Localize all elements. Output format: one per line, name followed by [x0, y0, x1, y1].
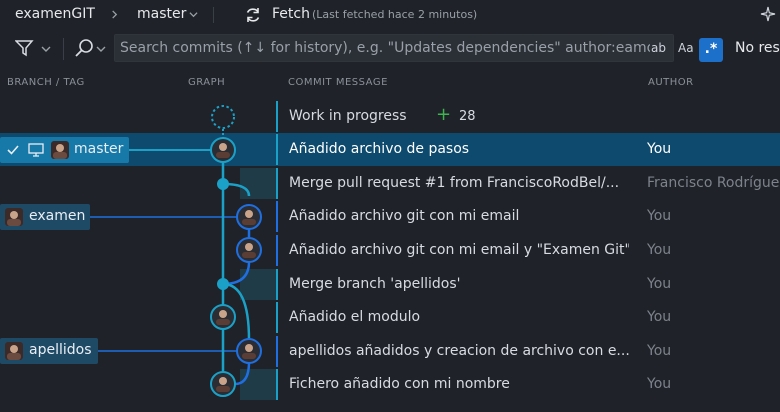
- commit-node: [210, 304, 236, 330]
- branch-tag-label: examen: [29, 208, 86, 224]
- avatar: [5, 342, 23, 360]
- merge-node: [217, 178, 229, 190]
- commit-node: [236, 338, 262, 364]
- commit-graph: [90, 105, 262, 397]
- branch-lane-join: [234, 361, 251, 386]
- branch-tag-examen[interactable]: examen: [0, 204, 90, 230]
- commit-node: [236, 237, 262, 263]
- commit-node: [210, 137, 236, 163]
- merge-node: [217, 278, 229, 290]
- branch-tag-label: apellidos: [29, 342, 92, 358]
- commit-node: [236, 204, 262, 230]
- wip-node: [211, 105, 235, 129]
- avatar: [51, 141, 69, 159]
- commit-node: [210, 371, 236, 397]
- branch-tag-apellidos[interactable]: apellidos: [0, 338, 98, 364]
- branch-tag-label: master: [74, 141, 124, 157]
- avatar: [5, 208, 23, 226]
- branch-tag-master[interactable]: master: [0, 137, 129, 163]
- check-icon: [7, 145, 19, 155]
- computer-icon: [28, 143, 44, 157]
